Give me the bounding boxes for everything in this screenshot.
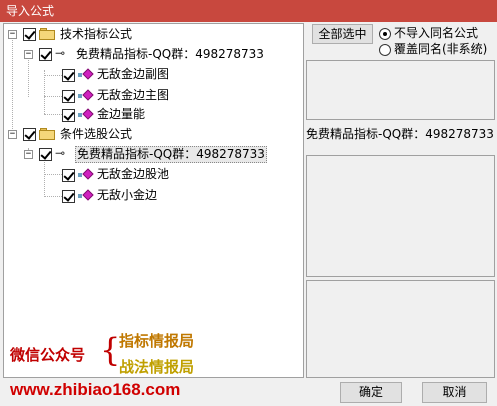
tree-connector — [44, 96, 62, 97]
tree-item-label[interactable]: 无敌金边股池 — [97, 167, 169, 182]
tree-connector — [44, 75, 62, 76]
tree-item-label[interactable]: 无敌金边副图 — [97, 67, 169, 82]
folder-icon — [39, 128, 55, 140]
options-blank-area — [306, 60, 495, 120]
collapse-toggle[interactable]: − — [8, 130, 17, 139]
watermark-brace: { — [100, 331, 121, 369]
overwrite-radio-label[interactable]: 覆盖同名(非系统) — [394, 42, 487, 56]
source-checkbox[interactable] — [39, 48, 52, 61]
collapse-toggle[interactable]: − — [24, 150, 33, 159]
tree-connector — [44, 174, 62, 175]
formula-detail-box — [306, 280, 495, 378]
tree-item-label[interactable]: 无敌小金边 — [97, 188, 157, 203]
gem-icon — [82, 168, 94, 180]
group-checkbox[interactable] — [23, 28, 36, 41]
item-checkbox[interactable] — [62, 190, 75, 203]
cancel-button[interactable]: 取消 — [422, 382, 487, 403]
tree-group-label[interactable]: 条件选股公式 — [60, 127, 132, 142]
gem-icon — [82, 108, 94, 120]
select-all-button[interactable]: 全部选中 — [312, 24, 373, 44]
item-checkbox[interactable] — [62, 169, 75, 182]
selected-formula-name: 免费精品指标-QQ群：498278733 — [306, 127, 494, 141]
overwrite-radio[interactable] — [379, 44, 391, 56]
gem-icon — [82, 189, 94, 201]
formula-description-box — [306, 155, 495, 277]
source-checkbox[interactable] — [39, 148, 52, 161]
no-import-radio-label[interactable]: 不导入同名公式 — [394, 26, 478, 40]
tree-connector — [44, 160, 45, 197]
no-import-radio[interactable] — [379, 28, 391, 40]
key-icon: ⊸ — [55, 46, 66, 60]
item-checkbox[interactable] — [62, 69, 75, 82]
ok-button[interactable]: 确定 — [340, 382, 402, 403]
group-checkbox[interactable] — [23, 128, 36, 141]
tree-connector — [44, 196, 62, 197]
gem-icon — [82, 89, 94, 101]
item-checkbox[interactable] — [62, 90, 75, 103]
watermark-name-2: 战法情报局 — [119, 358, 195, 376]
tree-connector — [44, 70, 45, 114]
tree-connector — [28, 54, 29, 97]
window-title: 导入公式 — [0, 0, 497, 22]
collapse-toggle[interactable]: − — [24, 50, 33, 59]
formula-tree[interactable]: − 技术指标公式 − ⊸ 免费精品指标-QQ群：498278733 无敌金边副图… — [3, 23, 304, 378]
tree-source-label-selected[interactable]: 免费精品指标-QQ群：498278733 — [75, 146, 267, 163]
folder-icon — [39, 28, 55, 40]
tree-item-label[interactable]: 金边量能 — [97, 107, 145, 122]
gem-icon — [82, 68, 94, 80]
tree-connector — [44, 114, 62, 115]
watermark-wechat-label: 微信公众号 — [10, 346, 86, 364]
key-icon: ⊸ — [55, 146, 66, 160]
tree-item-label[interactable]: 无敌金边主图 — [97, 88, 169, 103]
collapse-toggle[interactable]: − — [8, 30, 17, 39]
tree-group-label[interactable]: 技术指标公式 — [60, 27, 132, 42]
tree-connector — [12, 33, 13, 133]
tree-source-label[interactable]: 免费精品指标-QQ群：498278733 — [76, 47, 264, 62]
watermark-name-1: 指标情报局 — [119, 332, 195, 350]
watermark-url: www.zhibiao168.com — [10, 380, 181, 399]
item-checkbox[interactable] — [62, 109, 75, 122]
